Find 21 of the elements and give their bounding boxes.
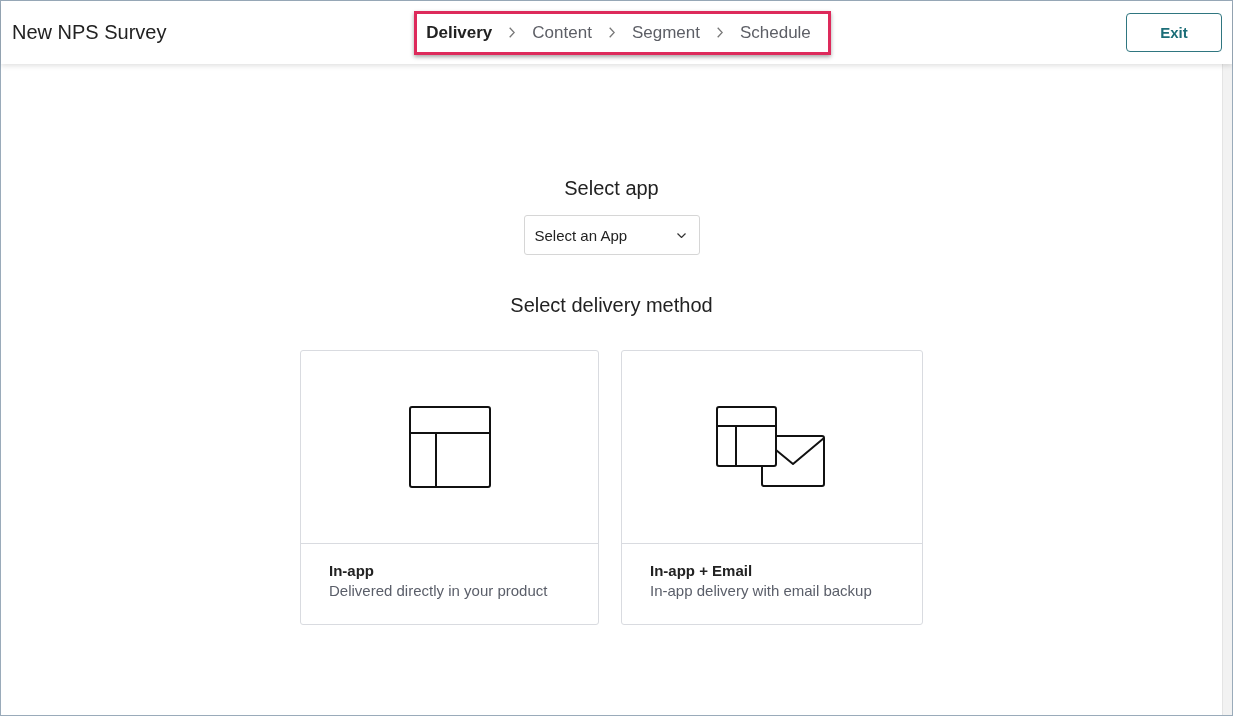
section-heading: Select app: [564, 176, 659, 200]
chevron-right-icon: [716, 27, 723, 38]
method-title: In-app: [329, 562, 375, 579]
step-tab[interactable]: Segment: [631, 22, 700, 43]
page-title: New NPS Survey: [12, 21, 168, 44]
app-dropdown[interactable]: Select an App: [523, 215, 700, 255]
step-tab[interactable]: Content: [532, 22, 592, 43]
method-description: In-app delivery with email backup: [650, 582, 873, 599]
chevron-right-icon: [509, 27, 516, 38]
window-and-envelope-icon: [716, 406, 828, 488]
delivery-method-card[interactable]: In-app + Email In-app delivery with email backup: [621, 350, 923, 625]
step-tab[interactable]: Delivery: [426, 22, 493, 43]
delivery-method-card[interactable]: In-app Delivered directly in your product: [300, 350, 599, 625]
method-description: Delivered directly in your product: [329, 582, 549, 599]
method-title: In-app + Email: [650, 562, 754, 579]
step-tab[interactable]: Schedule: [739, 22, 811, 43]
chevron-right-icon: [608, 27, 615, 38]
section-heading: Select delivery method: [510, 293, 713, 317]
exit-button[interactable]: Exit: [1126, 13, 1222, 52]
chevron-down-icon: [676, 232, 686, 238]
layout-window-icon: [408, 406, 491, 488]
